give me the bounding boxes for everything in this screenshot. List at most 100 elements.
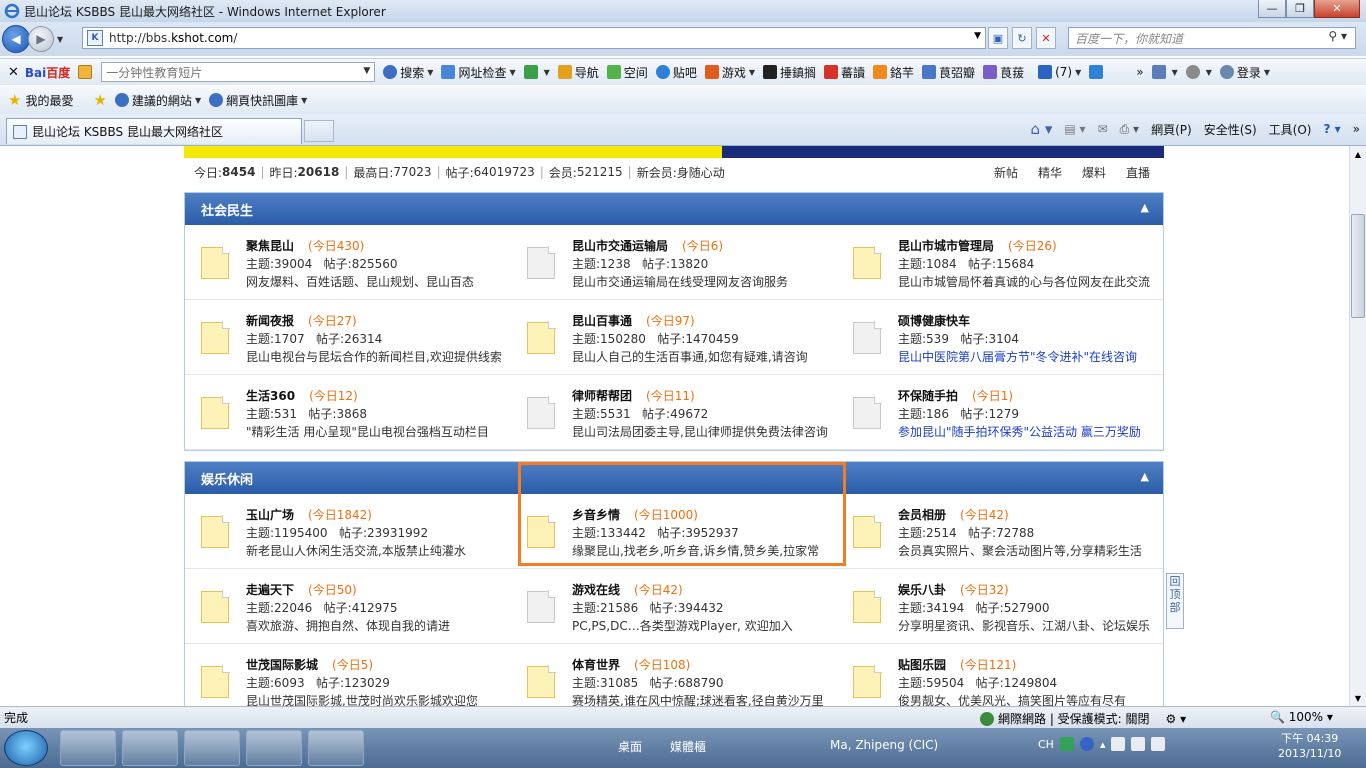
board-name-link[interactable]: 生活360 xyxy=(246,389,295,403)
forward-button[interactable]: ▶ xyxy=(28,26,54,52)
link-exposure[interactable]: 爆料 xyxy=(1082,164,1106,181)
tools-menu[interactable]: 工具(O) xyxy=(1269,121,1312,138)
more-icon[interactable]: » xyxy=(1353,122,1360,136)
security-zone[interactable]: 網際網路 | 受保護模式: 關閉 ⚙ ▾ xyxy=(980,710,1186,727)
clock[interactable]: 下午 04:39 2013/11/10 xyxy=(1278,731,1341,761)
top-banner[interactable] xyxy=(184,146,1164,158)
suggested-sites-link[interactable]: 建議的網站 ▼ xyxy=(114,92,201,109)
minimize-button[interactable]: — xyxy=(1258,0,1286,18)
bookmark3-button[interactable]: 茛弨瓣 xyxy=(922,64,975,81)
stop-icon[interactable]: ✕ xyxy=(1036,27,1056,49)
link-digest[interactable]: 精华 xyxy=(1038,164,1062,181)
board-name-link[interactable]: 走遍天下 xyxy=(246,583,294,597)
maximize-button[interactable]: ❐ xyxy=(1286,0,1314,18)
start-button[interactable] xyxy=(4,730,48,766)
settings-icon[interactable]: ▼ xyxy=(1185,65,1212,79)
bookmark1-button[interactable]: 蕃讀 xyxy=(824,64,865,81)
board-name-link[interactable]: 律师帮帮团 xyxy=(572,389,632,403)
board-description: 会员真实照片、聚会活动图片等,分享精彩生活 xyxy=(898,544,1142,558)
section-title[interactable]: 娱乐休闲 xyxy=(201,469,253,488)
shield-button[interactable]: ▼ xyxy=(523,65,550,79)
new-member-link[interactable]: 身随心动 xyxy=(677,164,725,181)
board-name-link[interactable]: 昆山市城市管理局 xyxy=(898,239,994,253)
board-name-link[interactable]: 娱乐八卦 xyxy=(898,583,946,597)
nav-button[interactable]: 导航 xyxy=(557,64,599,81)
board-name-link[interactable]: 游戏在线 xyxy=(572,583,620,597)
media-library-toolbar[interactable]: 媒體櫃 xyxy=(670,738,706,755)
zoom-control[interactable]: 🔍 100% ▾ xyxy=(1270,710,1333,724)
bookmark2-button[interactable]: 鉻芉 xyxy=(873,64,914,81)
board-name-link[interactable]: 体育世界 xyxy=(572,658,620,672)
user-toolbar[interactable]: Ma, Zhipeng (CIC) xyxy=(830,738,938,752)
board-description[interactable]: 参加昆山"随手拍环保秀"公益活动 赢三万奖励 xyxy=(898,423,1162,440)
board-name-link[interactable]: 硕博健康快车 xyxy=(898,314,970,328)
new-tab-button[interactable] xyxy=(304,120,334,142)
amazon-button[interactable]: 捶鎮搁 xyxy=(763,64,816,81)
safety-menu[interactable]: 安全性(S) xyxy=(1204,121,1257,138)
close-toolbar-icon[interactable]: ✕ xyxy=(8,65,19,80)
board-name-link[interactable]: 玉山广场 xyxy=(246,508,294,522)
board-name-link[interactable]: 会员相册 xyxy=(898,508,946,522)
board-name-link[interactable]: 昆山市交通运输局 xyxy=(572,239,668,253)
board-counts: 主题:22046 帖子:412975 xyxy=(246,601,398,615)
search-box[interactable]: 百度一下，你就知道 ⚲ ▾ xyxy=(1068,27,1356,49)
collapse-icon[interactable]: ▲ xyxy=(1141,201,1149,214)
back-button[interactable]: ◀ xyxy=(2,25,30,53)
search-input[interactable]: 百度一下，你就知道 xyxy=(1075,30,1183,47)
scroll-thumb[interactable] xyxy=(1351,214,1365,318)
space-button[interactable]: 空间 xyxy=(606,64,648,81)
bookmark4-button[interactable]: 茛菝 xyxy=(983,64,1024,81)
baidu-logo[interactable]: Bai百度 xyxy=(25,64,70,81)
help-icon[interactable]: ? ▾ xyxy=(1323,122,1340,136)
pen-icon[interactable]: » xyxy=(1089,65,1144,79)
mail-button[interactable]: (7) ▼ xyxy=(1038,65,1081,79)
board-name-link[interactable]: 新闻夜报 xyxy=(246,314,294,328)
board-name-link[interactable]: 世茂国际影城 xyxy=(246,658,318,672)
baidu-search-button[interactable]: 搜索 ▼ xyxy=(383,64,433,81)
desktop-toolbar[interactable]: 桌面 xyxy=(618,738,642,755)
favorites-button[interactable]: ★ 我的最愛 xyxy=(8,91,73,109)
link-new-posts[interactable]: 新帖 xyxy=(994,164,1018,181)
print-icon[interactable]: ⎙ ▾ xyxy=(1120,122,1139,137)
board-name-link[interactable]: 昆山百事通 xyxy=(572,314,632,328)
tab-kshot[interactable]: 昆山论坛 KSBBS 昆山最大网络社区 xyxy=(6,118,302,144)
taskbar-explorer-icon[interactable] xyxy=(122,730,178,766)
baidu-hint-icon[interactable] xyxy=(78,65,93,79)
taskbar-outlook-icon[interactable] xyxy=(246,730,302,766)
address-bar[interactable]: K http://bbs.kshot.com/ ▼ xyxy=(82,27,986,49)
scroll-up-icon[interactable]: ▲ xyxy=(1350,146,1366,162)
vertical-scrollbar[interactable]: ▲ ▼ xyxy=(1349,146,1366,706)
url-check-button[interactable]: 网址检查 ▼ xyxy=(441,64,516,81)
address-url[interactable]: http://bbs.kshot.com/ xyxy=(109,31,237,45)
section-title[interactable]: 社会民生 xyxy=(201,200,253,219)
scroll-down-icon[interactable]: ▼ xyxy=(1350,690,1366,706)
baidu-search-input[interactable]: 一分钟性教育短片 ▼ xyxy=(101,62,376,82)
home-icon[interactable]: ⌂ ▾ xyxy=(1031,120,1053,138)
web-slice-gallery-link[interactable]: 網頁快訊圖庫 ▼ xyxy=(209,92,307,109)
game-button[interactable]: 游戏 ▼ xyxy=(704,64,755,81)
close-button[interactable]: ✕ xyxy=(1314,0,1360,18)
link-live[interactable]: 直播 xyxy=(1126,164,1150,181)
board-name-link[interactable]: 环保随手拍 xyxy=(898,389,958,403)
board-name-link[interactable]: 聚焦昆山 xyxy=(246,239,294,253)
compatibility-view-icon[interactable]: ▣ xyxy=(988,27,1008,49)
back-to-top-button[interactable]: 回顶部 xyxy=(1166,573,1184,629)
login-button[interactable]: 登录 ▼ xyxy=(1219,64,1270,81)
taskbar-ie-icon[interactable] xyxy=(60,730,116,766)
board-name-link[interactable]: 贴图乐园 xyxy=(898,658,946,672)
mail-icon[interactable]: ✉ xyxy=(1098,122,1108,136)
grid-icon[interactable]: ▼ xyxy=(1151,65,1178,79)
taskbar-app-icon[interactable] xyxy=(184,730,240,766)
feeds-icon[interactable]: ▤ ▾ xyxy=(1064,122,1085,136)
history-dropdown-icon[interactable]: ▼ xyxy=(57,35,63,44)
taskbar-powerpoint-icon[interactable] xyxy=(308,730,364,766)
page-menu[interactable]: 網頁(P) xyxy=(1151,121,1192,138)
address-dropdown-icon[interactable]: ▼ xyxy=(974,31,981,41)
tieba-button[interactable]: 贴吧 xyxy=(655,64,697,81)
add-favorite-icon[interactable]: ★ xyxy=(93,91,106,109)
system-tray[interactable]: CH ▴ xyxy=(1038,737,1166,751)
refresh-icon[interactable]: ↻ xyxy=(1012,27,1032,49)
board-description[interactable]: 昆山中医院第八届膏方节"冬令进补"在线咨询 xyxy=(898,348,1162,365)
collapse-icon[interactable]: ▲ xyxy=(1141,470,1149,483)
search-icon[interactable]: ⚲ ▾ xyxy=(1328,29,1347,43)
